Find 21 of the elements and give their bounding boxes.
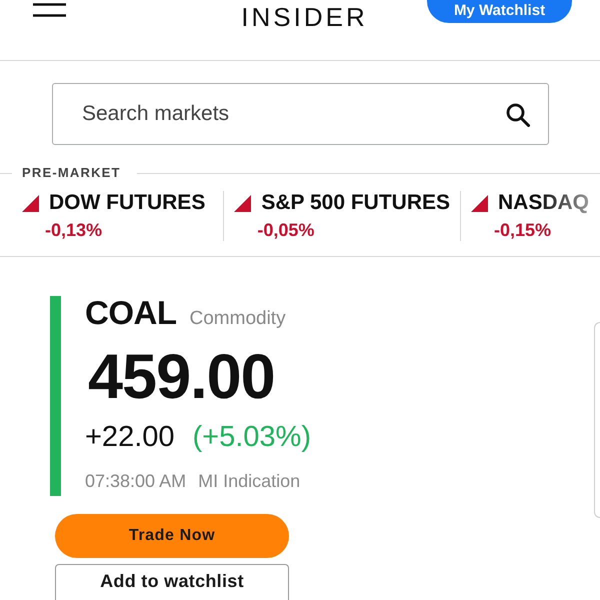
symbol-text: COAL [85,296,176,330]
ticker-change: -0,13% [45,219,102,241]
search-field[interactable]: Search markets [52,83,549,145]
watchlist-button[interactable]: My Watchlist [427,0,572,23]
quote-time: 07:38:00 AM [85,470,186,492]
menu-icon[interactable] [33,0,66,18]
section-label: PRE-MARKET [22,165,121,181]
change-percent: (+5.03%) [192,421,311,453]
ticker-name[interactable]: DOW FUTURES [49,191,206,215]
search-icon[interactable] [506,103,530,127]
add-watchlist-button[interactable]: Add to watchlist [55,564,289,600]
ticker-name[interactable]: NASDAQ [498,191,590,215]
ticker-name[interactable]: S&P 500 FUTURES [261,191,450,215]
logo-text: INSIDER [240,2,368,32]
quote-source: MI Indication [198,470,300,492]
trade-now-button[interactable]: Trade Now [55,514,289,558]
ticker-change: -0,05% [257,219,314,241]
ticker-change: -0,15% [494,219,552,241]
change-value: +22.00 [85,421,175,453]
asset-type: Commodity [190,308,286,330]
price-text: 459.00 [88,345,275,409]
